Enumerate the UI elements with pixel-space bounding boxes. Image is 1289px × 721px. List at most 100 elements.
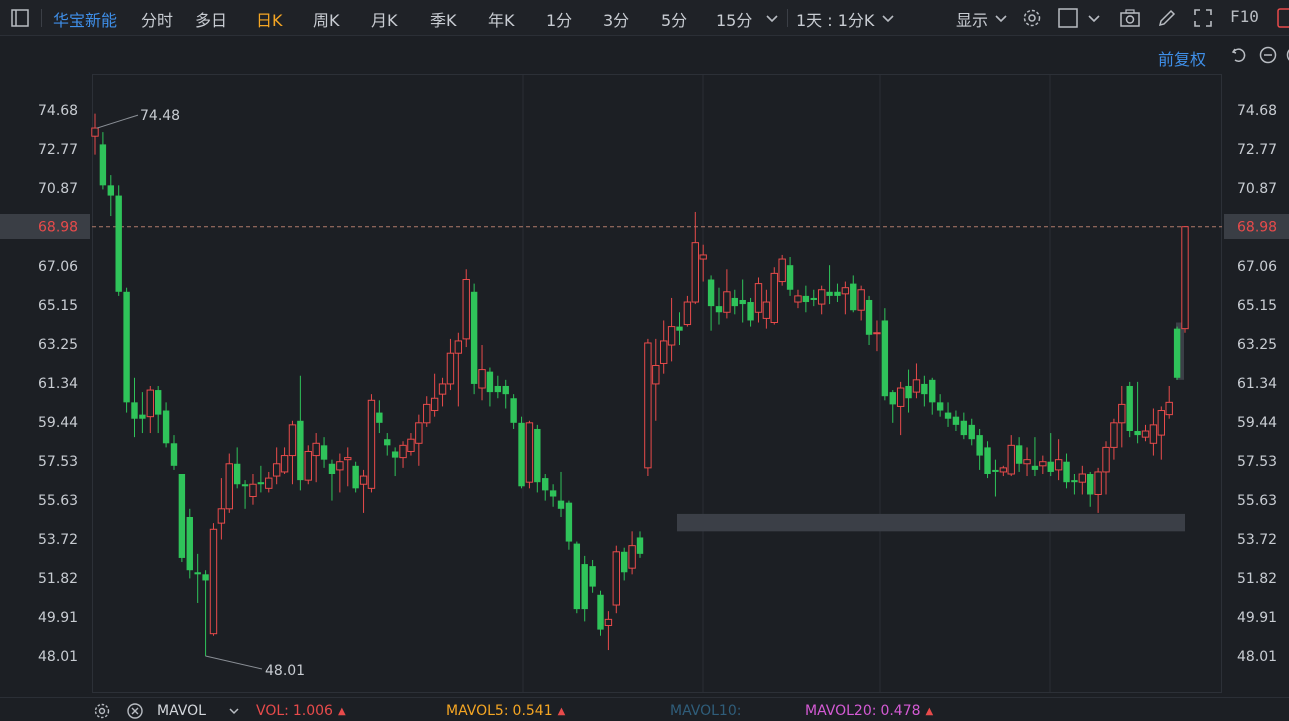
candle-body[interactable] — [549, 490, 557, 497]
candle-body[interactable] — [1031, 465, 1039, 470]
candle-body[interactable] — [186, 516, 193, 571]
candle-body[interactable] — [336, 461, 344, 471]
candle-body[interactable] — [1126, 385, 1133, 432]
candle-body[interactable] — [936, 402, 944, 411]
candle-body[interactable] — [312, 442, 320, 457]
candle-body[interactable] — [826, 291, 833, 296]
candle-body[interactable] — [99, 144, 107, 186]
candle-body[interactable] — [1118, 403, 1126, 424]
candle-body[interactable] — [817, 289, 826, 305]
candle-body[interactable] — [534, 428, 541, 483]
candle-body[interactable] — [391, 451, 399, 458]
candle-body[interactable] — [1149, 424, 1158, 444]
candle-body[interactable] — [297, 420, 304, 481]
candle-body[interactable] — [131, 402, 138, 419]
candle-body[interactable] — [320, 445, 328, 460]
candle-body[interactable] — [478, 369, 486, 389]
candle-body[interactable] — [178, 474, 186, 558]
candle-body[interactable] — [1054, 459, 1063, 471]
candle-body[interactable] — [272, 463, 281, 477]
candle-body[interactable] — [494, 385, 502, 393]
candle-body[interactable] — [1039, 461, 1047, 467]
candle-body[interactable] — [1071, 480, 1078, 483]
candle-body[interactable] — [984, 447, 991, 474]
candle-body[interactable] — [146, 389, 154, 418]
candle-body[interactable] — [565, 502, 573, 542]
candle-body[interactable] — [525, 422, 534, 483]
candle-body[interactable] — [1094, 471, 1102, 495]
candle-body[interactable] — [304, 450, 312, 481]
candle-body[interactable] — [865, 299, 873, 335]
candle-body[interactable] — [423, 403, 431, 424]
candle-body[interactable] — [1023, 459, 1031, 465]
candle-body[interactable] — [249, 483, 257, 498]
candle-body[interactable] — [415, 422, 423, 444]
candle-body[interactable] — [683, 301, 692, 326]
candle-body[interactable] — [992, 469, 999, 472]
candle-body[interactable] — [1078, 473, 1087, 483]
chevron-down-icon[interactable] — [225, 702, 243, 720]
candle-body[interactable] — [1047, 461, 1054, 472]
candle-body[interactable] — [905, 385, 912, 399]
candle-body[interactable] — [486, 371, 494, 393]
support-zone-band[interactable] — [677, 513, 1185, 532]
candle-body[interactable] — [929, 379, 936, 403]
candle-body[interactable] — [747, 302, 754, 321]
candle-body[interactable] — [944, 412, 952, 419]
candle-body[interactable] — [952, 416, 960, 425]
candle-body[interactable] — [739, 299, 746, 305]
indicator-settings-icon[interactable] — [93, 702, 111, 720]
candle-body[interactable] — [217, 508, 226, 524]
candle-body[interactable] — [881, 320, 889, 397]
candle-body[interactable] — [912, 379, 921, 393]
candle-body[interactable] — [604, 618, 613, 626]
candle-body[interactable] — [612, 551, 621, 606]
candle-body[interactable] — [233, 463, 241, 485]
candle-body[interactable] — [162, 410, 170, 444]
candle-body[interactable] — [968, 424, 975, 440]
candle-body[interactable] — [170, 443, 178, 466]
candle-body[interactable] — [510, 398, 517, 423]
candle-body[interactable] — [280, 455, 289, 473]
candle-body[interactable] — [573, 543, 581, 610]
candle-body[interactable] — [691, 242, 699, 303]
candle-body[interactable] — [1181, 226, 1189, 330]
candle-body[interactable] — [115, 195, 122, 292]
candle-body[interactable] — [770, 272, 778, 324]
candle-body[interactable] — [446, 352, 455, 385]
candle-body[interactable] — [589, 566, 596, 587]
candle-body[interactable] — [652, 364, 660, 385]
candle-body[interactable] — [731, 297, 738, 307]
candle-body[interactable] — [850, 283, 857, 311]
candle-body[interactable] — [257, 482, 265, 485]
candle-body[interactable] — [209, 528, 218, 635]
candle-body[interactable] — [636, 537, 644, 554]
candle-body[interactable] — [873, 332, 881, 335]
candle-body[interactable] — [1007, 444, 1015, 475]
candle-body[interactable] — [857, 289, 865, 311]
candle-body[interactable] — [288, 424, 297, 457]
candle-body[interactable] — [1173, 328, 1181, 378]
candle-body[interactable] — [367, 399, 376, 489]
candle-body[interactable] — [399, 444, 407, 459]
candle-body[interactable] — [778, 258, 786, 283]
candle-body[interactable] — [762, 301, 771, 319]
candle-body[interactable] — [715, 306, 723, 313]
candle-body[interactable] — [1110, 422, 1118, 448]
candle-body[interactable] — [707, 279, 715, 307]
candle-body[interactable] — [462, 279, 470, 340]
candle-body[interactable] — [328, 463, 336, 474]
candle-body[interactable] — [241, 484, 249, 487]
candle-body[interactable] — [1165, 401, 1173, 416]
candle-body[interactable] — [786, 265, 794, 290]
candle-body[interactable] — [352, 465, 359, 489]
candle-body[interactable] — [438, 383, 447, 395]
candle-body[interactable] — [123, 291, 130, 403]
candle-body[interactable] — [225, 463, 233, 510]
candle-body[interactable] — [557, 500, 565, 509]
candle-body[interactable] — [581, 564, 588, 610]
candle-body[interactable] — [889, 392, 896, 405]
close-indicator-icon[interactable] — [126, 702, 144, 720]
candle-body[interactable] — [154, 390, 162, 415]
candle-body[interactable] — [921, 383, 928, 395]
